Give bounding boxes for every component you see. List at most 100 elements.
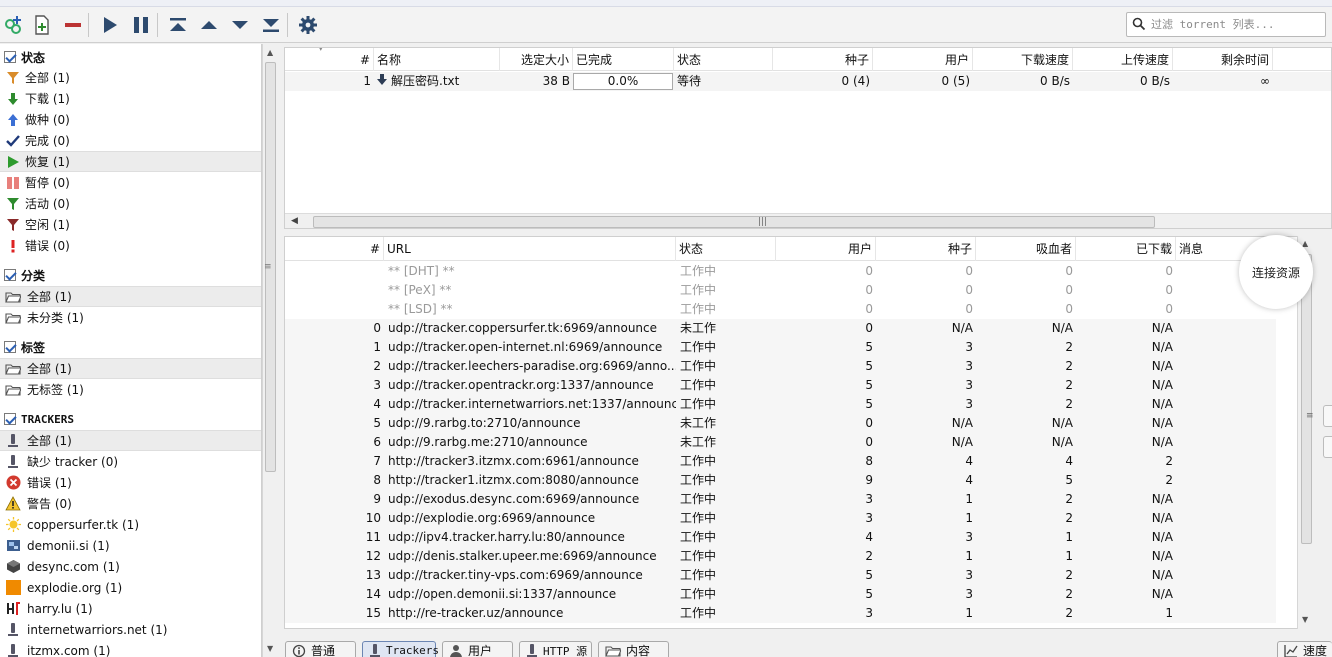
tab-general[interactable]: 普通 <box>285 641 356 657</box>
tracker-row[interactable]: 14 udp://open.demonii.si:1337/announce 工作中… <box>285 585 1276 604</box>
tracker-row[interactable]: 13 udp://tracker.tiny-vps.com:6969/announ… <box>285 566 1276 585</box>
tab-trackers[interactable]: Trackers <box>362 641 439 657</box>
tracker-row[interactable]: 10 udp://explodie.org:6969/announce 工作中 3 1 2… <box>285 509 1276 528</box>
splitter-grip-icon[interactable]: ≡ <box>264 262 272 272</box>
tab-content[interactable]: 内容 <box>598 641 669 657</box>
tags-section-header[interactable]: 标签 <box>4 338 45 356</box>
tracker-filter-internetwarriors[interactable]: internetwarriors.net (1) <box>0 619 261 640</box>
torrent-filter-search[interactable] <box>1126 12 1326 37</box>
tracker-leechers: 1 <box>1065 549 1073 563</box>
add-torrent-file-button[interactable] <box>29 12 55 38</box>
move-bottom-button[interactable] <box>258 12 284 38</box>
tracker-filter-coppersurfer[interactable]: coppersurfer.tk (1) <box>0 514 261 535</box>
options-button[interactable] <box>295 12 321 38</box>
tracker-row[interactable]: 2 udp://tracker.leechers-paradise.org:696… <box>285 357 1276 376</box>
status-filter-all[interactable]: 全部 (1) <box>0 67 261 88</box>
col-header-tracker-seeds[interactable]: 种子 <box>876 237 976 261</box>
edge-button-2[interactable] <box>1323 436 1332 458</box>
col-header-leechers[interactable]: 吸血者 <box>976 237 1076 261</box>
col-header-progress[interactable]: 已完成 <box>573 48 674 71</box>
col-header-downloaded[interactable]: 已下载 <box>1076 237 1176 261</box>
status-section-header[interactable]: 状态 <box>4 48 45 66</box>
tracker-row[interactable]: 0 udp://tracker.coppersurfer.tk:6969/anno… <box>285 319 1276 338</box>
scroll-left-arrow-icon[interactable]: ◀ <box>291 216 298 226</box>
scroll-down-arrow-icon[interactable]: ▼ <box>1302 615 1308 624</box>
col-header-status[interactable]: 状态 <box>674 48 773 71</box>
trackers-section-header[interactable]: TRACKERS <box>4 410 74 428</box>
tracker-row[interactable]: 1 udp://tracker.open-internet.nl:6969/ann… <box>285 338 1276 357</box>
tracker-filter-harry[interactable]: harry.lu (1) <box>0 598 261 619</box>
tab-speed[interactable]: 速度 <box>1277 641 1332 657</box>
tracker-row[interactable]: 5 udp://9.rarbg.to:2710/announce 未工作 0 N/A N/… <box>285 414 1276 433</box>
tracker-row[interactable]: 11 udp://ipv4.tracker.harry.lu:80/announc… <box>285 528 1276 547</box>
tracker-filter-itzmx[interactable]: itzmx.com (1) <box>0 640 261 657</box>
col-header-num[interactable]: # <box>285 48 374 71</box>
search-input[interactable] <box>1151 15 1321 34</box>
status-filter-errored[interactable]: 错误 (0) <box>0 235 261 256</box>
status-filter-seeding[interactable]: 做种 (0) <box>0 109 261 130</box>
tag-filter-untagged[interactable]: 无标签 (1) <box>0 379 261 400</box>
status-filter-paused[interactable]: 暂停 (0) <box>0 172 261 193</box>
pause-button[interactable] <box>128 12 154 38</box>
hscroll-thumb[interactable]: ||| <box>313 216 1155 228</box>
tracker-filter-error[interactable]: 错误 (1) <box>0 472 261 493</box>
tracker-filter-all[interactable]: 全部 (1) <box>0 430 261 451</box>
col-header-seeds[interactable]: 种子 <box>773 48 873 71</box>
tracker-row[interactable]: 9 udp://exodus.desync.com:6969/announce 工作… <box>285 490 1276 509</box>
tracker-num: 14 <box>365 587 381 601</box>
tags-section-checkbox[interactable] <box>4 341 16 353</box>
category-filter-all[interactable]: 全部 (1) <box>0 286 261 307</box>
tab-http-sources[interactable]: HTTP 源 <box>519 641 592 657</box>
tracker-row[interactable]: 3 udp://tracker.opentrackr.org:1337/annou… <box>285 376 1276 395</box>
trackers-section-checkbox[interactable] <box>4 413 16 425</box>
move-up-button[interactable] <box>196 12 222 38</box>
col-header-size[interactable]: 选定大小 <box>500 48 573 71</box>
tracker-filter-desync[interactable]: desync.com (1) <box>0 556 261 577</box>
col-header-down-speed[interactable]: 下载速度 <box>973 48 1073 71</box>
tab-peers[interactable]: 用户 <box>442 641 513 657</box>
tag-filter-all[interactable]: 全部 (1) <box>0 358 261 379</box>
tracker-filter-demonii[interactable]: demonii.si (1) <box>0 535 261 556</box>
status-filter-active[interactable]: 活动 (0) <box>0 193 261 214</box>
col-header-name[interactable]: 名称 <box>374 48 500 71</box>
scroll-up-arrow-icon[interactable]: ▲ <box>267 48 273 57</box>
connect-sources-bubble[interactable]: 连接资源 <box>1239 235 1313 309</box>
category-section-checkbox[interactable] <box>4 269 16 281</box>
col-header-eta[interactable]: 剩余时间 <box>1173 48 1273 71</box>
col-header-peers[interactable]: 用户 <box>873 48 973 71</box>
tracker-row[interactable]: 7 http://tracker3.itzmx.com:6961/announce… <box>285 452 1276 471</box>
scroll-down-arrow-icon[interactable]: ▼ <box>267 644 273 653</box>
tracker-row[interactable]: 6 udp://9.rarbg.me:2710/announce 未工作 0 N/A N/… <box>285 433 1276 452</box>
tracker-row[interactable]: 15 http://re-tracker.uz/announce 工作中 3 1 2 1 <box>285 604 1276 623</box>
status-filter-completed[interactable]: 完成 (0) <box>0 130 261 151</box>
remove-torrent-button[interactable] <box>60 12 86 38</box>
tracker-row[interactable]: 4 udp://tracker.internetwarriors.net:1337… <box>285 395 1276 414</box>
status-filter-resumed[interactable]: 恢复 (1) <box>0 151 261 172</box>
col-header-up-speed[interactable]: 上传速度 <box>1073 48 1173 71</box>
category-filter-uncategorized[interactable]: 未分类 (1) <box>0 307 261 328</box>
col-header-tracker-status[interactable]: 状态 <box>676 237 776 261</box>
col-header-tracker-num[interactable]: # <box>285 237 384 261</box>
torrent-list-hscrollbar[interactable]: ◀ ||| <box>285 213 1331 228</box>
tracker-row[interactable]: ** [LSD] ** 工作中 0 0 0 0 <box>285 300 1276 319</box>
col-header-users[interactable]: 用户 <box>776 237 876 261</box>
tracker-filter-explodie[interactable]: explodie.org (1) <box>0 577 261 598</box>
edge-button-1[interactable] <box>1323 405 1332 427</box>
tracker-row[interactable]: 8 http://tracker1.itzmx.com:8080/announce… <box>285 471 1276 490</box>
sidebar-scrollbar[interactable]: ▲ ▼ <box>262 44 278 657</box>
tracker-row[interactable]: 12 udp://denis.stalker.upeer.me:6969/anno… <box>285 547 1276 566</box>
move-top-button[interactable] <box>165 12 191 38</box>
col-header-url[interactable]: URL <box>384 237 676 261</box>
tracker-filter-trackerless[interactable]: 缺少 tracker (0) <box>0 451 261 472</box>
category-section-header[interactable]: 分类 <box>4 266 45 284</box>
status-filter-downloading[interactable]: 下载 (1) <box>0 88 261 109</box>
status-section-checkbox[interactable] <box>4 51 16 63</box>
move-down-button[interactable] <box>227 12 253 38</box>
tracker-row[interactable]: ** [PeX] ** 工作中 0 0 0 0 <box>285 281 1276 300</box>
tracker-filter-warning[interactable]: 警告 (0) <box>0 493 261 514</box>
status-filter-inactive[interactable]: 空闲 (1) <box>0 214 261 235</box>
tracker-row[interactable]: ** [DHT] ** 工作中 0 0 0 0 <box>285 262 1276 281</box>
torrent-row[interactable]: 1 解压密码.txt 38 B 0.0% 等待 0 (4) 0 (5) 0 B/… <box>285 72 1331 91</box>
resume-button[interactable] <box>97 12 123 38</box>
add-torrent-link-button[interactable] <box>0 12 26 38</box>
